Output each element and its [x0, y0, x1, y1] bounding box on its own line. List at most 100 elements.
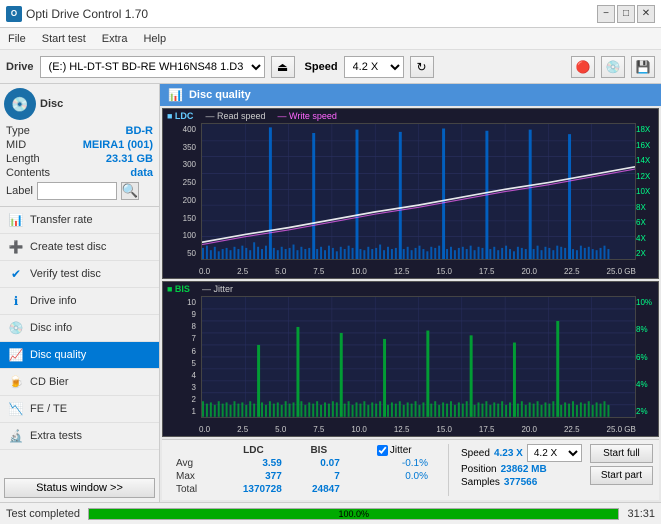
- stats-divider: [448, 444, 449, 496]
- stats-table: LDC BIS Jitter: [168, 444, 436, 496]
- menu-extra[interactable]: Extra: [98, 31, 132, 47]
- start-buttons: Start full Start part: [590, 444, 653, 485]
- disc-length-row: Length 23.31 GB: [4, 152, 155, 166]
- total-bis: 24847: [290, 483, 348, 496]
- drive-select[interactable]: (E:) HL-DT-ST BD-RE WH16NS48 1.D3: [40, 56, 265, 78]
- disc-info-icon: 💿: [8, 320, 24, 336]
- nav-cd-bier-label: CD Bier: [30, 376, 69, 388]
- menu-bar: File Start test Extra Help: [0, 28, 661, 50]
- quality-title: Disc quality: [189, 89, 251, 101]
- menu-file[interactable]: File: [4, 31, 30, 47]
- nav-fe-te[interactable]: 📉 FE / TE: [0, 396, 159, 423]
- start-full-button[interactable]: Start full: [590, 444, 653, 463]
- y-label-6: 6: [163, 347, 199, 356]
- y-label-3: 3: [163, 383, 199, 392]
- nav-cd-bier[interactable]: 🍺 CD Bier: [0, 369, 159, 396]
- y-label-350: 350: [163, 143, 199, 152]
- disc-contents-row: Contents data: [4, 166, 155, 180]
- ldc-y-axis-left: 400 350 300 250 200 150 100 50: [163, 123, 199, 260]
- x-label-0: 0.0: [199, 267, 210, 276]
- charts-area: ■ LDC — Read speed — Write speed 400 350…: [160, 106, 661, 502]
- speed-label: Speed: [461, 448, 490, 459]
- speed-select[interactable]: 4.2 X: [344, 56, 404, 78]
- disc-label-input[interactable]: [37, 182, 117, 200]
- toolbar-btn-1[interactable]: 🔴: [571, 56, 595, 78]
- bis-x-7.5: 7.5: [313, 425, 324, 434]
- quality-header: 📊 Disc quality: [160, 84, 661, 106]
- bis-x-5: 5.0: [275, 425, 286, 434]
- start-part-button[interactable]: Start part: [590, 466, 653, 485]
- speed-dropdown[interactable]: 4.2 X: [527, 444, 582, 462]
- nav-create-test-disc-label: Create test disc: [30, 241, 106, 253]
- extra-tests-icon: 🔬: [8, 428, 24, 444]
- y-right-4pct: 4%: [634, 380, 658, 389]
- menu-start-test[interactable]: Start test: [38, 31, 90, 47]
- avg-jitter: -0.1%: [369, 457, 436, 470]
- y-right-2pct: 2%: [634, 407, 658, 416]
- ldc-x-axis: 0.0 2.5 5.0 7.5 10.0 12.5 15.0 17.5 20.0…: [199, 267, 636, 276]
- y-label-5: 5: [163, 359, 199, 368]
- y-label-8: 8: [163, 322, 199, 331]
- disc-info-panel: Disc: [40, 98, 155, 110]
- refresh-button[interactable]: ↻: [410, 56, 434, 78]
- y-right-14x: 14X: [634, 156, 658, 165]
- transfer-rate-icon: 📊: [8, 212, 24, 228]
- stats-total-row: Total 1370728 24847: [168, 483, 436, 496]
- toolbar: Drive (E:) HL-DT-ST BD-RE WH16NS48 1.D3 …: [0, 50, 661, 84]
- total-label: Total: [168, 483, 217, 496]
- ldc-chart: ■ LDC — Read speed — Write speed 400 350…: [162, 108, 659, 279]
- title-text: Opti Drive Control 1.70: [26, 7, 148, 21]
- x-label-7.5: 7.5: [313, 267, 324, 276]
- eject-button[interactable]: ⏏: [271, 56, 295, 78]
- close-button[interactable]: ✕: [637, 5, 655, 23]
- ldc-legend-ldc: ■ LDC: [167, 111, 193, 121]
- nav-extra-tests[interactable]: 🔬 Extra tests: [0, 423, 159, 450]
- bis-x-12.5: 12.5: [394, 425, 410, 434]
- type-label: Type: [6, 125, 30, 137]
- bis-legend-bis: ■ BIS: [167, 284, 190, 294]
- bis-svg: [202, 297, 635, 417]
- y-right-10x: 10X: [634, 187, 658, 196]
- toolbar-btn-3[interactable]: 💾: [631, 56, 655, 78]
- y-right-12x: 12X: [634, 172, 658, 181]
- nav-disc-info[interactable]: 💿 Disc info: [0, 315, 159, 342]
- main-layout: 💿 Disc Type BD-R MID MEIRA1 (001) Length…: [0, 84, 661, 502]
- nav-disc-quality[interactable]: 📈 Disc quality: [0, 342, 159, 369]
- nav-create-test-disc[interactable]: ➕ Create test disc: [0, 234, 159, 261]
- nav-verify-test-disc-label: Verify test disc: [30, 268, 101, 280]
- x-label-22.5: 22.5: [564, 267, 580, 276]
- speed-info: Speed 4.23 X 4.2 X Position 23862 MB Sam…: [461, 444, 582, 488]
- y-label-7: 7: [163, 334, 199, 343]
- bis-x-2.5: 2.5: [237, 425, 248, 434]
- menu-help[interactable]: Help: [139, 31, 170, 47]
- maximize-button[interactable]: □: [617, 5, 635, 23]
- disc-label-button[interactable]: 🔍: [121, 182, 139, 200]
- label-label: Label: [6, 185, 33, 197]
- status-time: 31:31: [627, 508, 655, 520]
- total-ldc: 1370728: [217, 483, 290, 496]
- bis-x-20: 20.0: [521, 425, 537, 434]
- status-window-button[interactable]: Status window >>: [4, 478, 155, 498]
- contents-label: Contents: [6, 167, 50, 179]
- nav-fe-te-label: FE / TE: [30, 403, 67, 415]
- samples-label: Samples: [461, 477, 500, 488]
- ldc-svg: [202, 124, 635, 259]
- nav-verify-test-disc[interactable]: ✔ Verify test disc: [0, 261, 159, 288]
- jitter-checkbox[interactable]: [377, 445, 388, 456]
- y-right-8x: 8X: [634, 203, 658, 212]
- progress-bar: 100.0%: [88, 508, 619, 520]
- minimize-button[interactable]: −: [597, 5, 615, 23]
- length-label: Length: [6, 153, 40, 165]
- bis-x-22.5: 22.5: [564, 425, 580, 434]
- nav-transfer-rate[interactable]: 📊 Transfer rate: [0, 207, 159, 234]
- bis-x-10: 10.0: [351, 425, 367, 434]
- speed-value: 4.23 X: [494, 448, 523, 459]
- nav-drive-info[interactable]: ℹ Drive info: [0, 288, 159, 315]
- toolbar-btn-2[interactable]: 💿: [601, 56, 625, 78]
- contents-value: data: [130, 167, 153, 179]
- y-right-10pct: 10%: [634, 298, 658, 307]
- y-right-16x: 16X: [634, 141, 658, 150]
- x-label-10: 10.0: [351, 267, 367, 276]
- bis-y-axis-right: 10% 8% 6% 4% 2%: [634, 296, 658, 418]
- disc-header: 💿 Disc: [4, 88, 155, 120]
